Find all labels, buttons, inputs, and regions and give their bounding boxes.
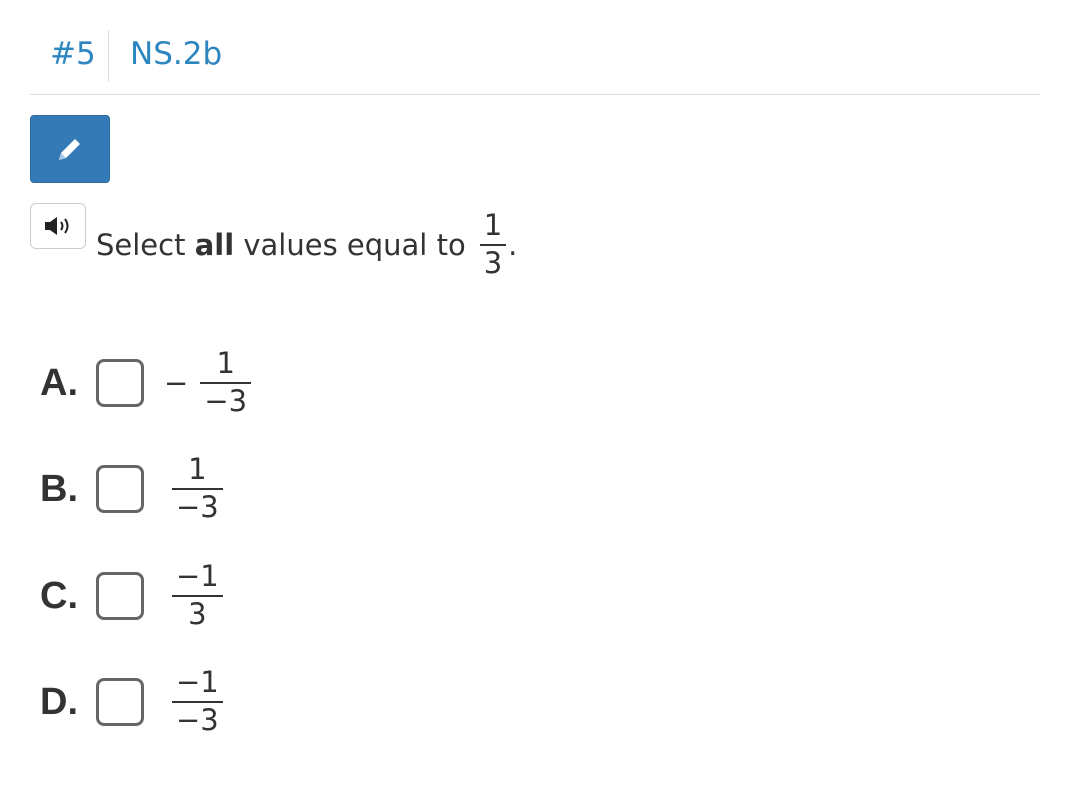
header-divider [108,30,109,82]
prompt-emphasis: all [194,228,235,262]
prompt-text: Select [96,228,195,262]
checkbox-c[interactable] [96,572,144,620]
prompt-period: . [508,228,518,262]
option-letter: C. [40,574,78,617]
question-header: #5 NS.2b [30,30,1040,95]
question-number: #5 [50,36,96,72]
checkbox-d[interactable] [96,678,144,726]
checkbox-a[interactable] [96,359,144,407]
fraction-denominator: −3 [176,489,219,524]
edit-button[interactable] [30,115,110,183]
standard-link[interactable]: NS.2b [130,36,222,72]
option-fraction: −1 3 [172,559,223,631]
option-fraction: 1 −3 [200,346,252,418]
pencil-icon [59,139,80,160]
checkbox-b[interactable] [96,465,144,513]
option-letter: B. [40,467,78,510]
option-sign: − [164,366,189,400]
option-letter: D. [40,680,78,723]
fraction-numerator: −1 [176,559,219,594]
fraction-numerator: 1 [188,452,207,487]
prompt-fraction: 1 3 [479,208,507,280]
option-d: D. −1 −3 [40,657,229,747]
question-prompt: Select all values equal to 1 3 . [96,205,517,285]
fraction-numerator: 1 [216,346,235,381]
fraction-numerator: −1 [176,665,219,700]
prompt-text-after: values equal to [234,228,466,262]
speaker-icon [45,217,69,235]
fraction-denominator: −3 [204,383,248,418]
audio-button[interactable] [30,203,86,249]
option-fraction: −1 −3 [172,665,223,737]
option-c: C. −1 3 [40,551,229,641]
fraction-denominator: 3 [483,245,503,280]
option-fraction: 1 −3 [172,452,223,524]
fraction-denominator: 3 [188,596,207,631]
fraction-denominator: −3 [176,702,219,737]
fraction-numerator: 1 [483,208,503,243]
option-b: B. 1 −3 [40,444,229,534]
option-a: A. − 1 −3 [40,338,257,428]
option-letter: A. [40,361,78,404]
